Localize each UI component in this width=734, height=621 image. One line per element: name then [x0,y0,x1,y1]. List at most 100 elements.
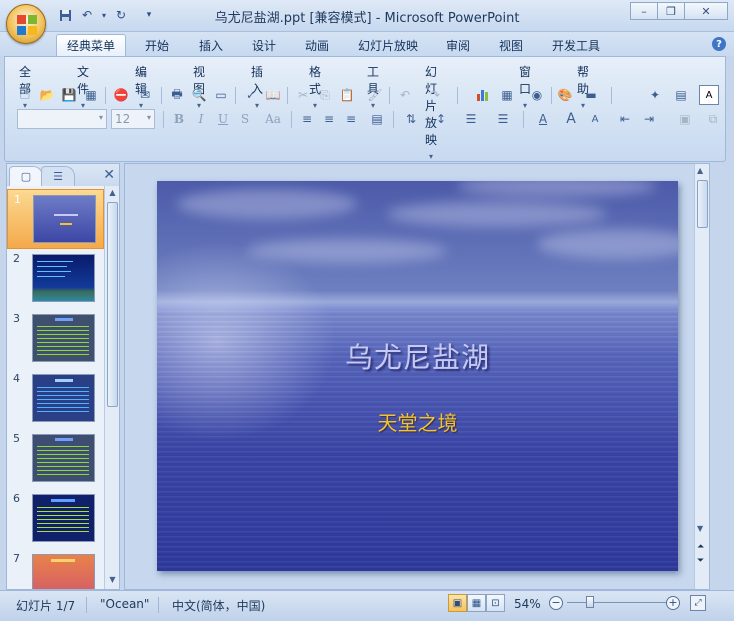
copy-icon[interactable]: ⎘ [315,85,335,105]
italic-button[interactable]: I [191,109,211,129]
tab-home[interactable]: 开始 [136,34,178,56]
slide-sorter-button[interactable]: ▦ [467,594,486,612]
cut-icon[interactable]: ✂ [293,85,313,105]
justify-icon[interactable]: ▤ [367,109,387,129]
redo-icon[interactable]: ↷ [425,85,445,105]
chart-icon[interactable] [473,85,493,105]
save-icon[interactable] [56,6,74,24]
line-spacing-icon[interactable]: ↕ [431,109,451,129]
zoom-out-icon[interactable]: − [549,596,563,610]
tab-view[interactable]: 视图 [490,34,532,56]
research-icon[interactable]: 📖 [263,85,283,105]
slideshow-button[interactable]: ⊡ [486,594,505,612]
text-box-icon[interactable]: A [699,85,719,105]
scroll-up-icon[interactable]: ▲ [107,188,118,200]
grow-font-icon[interactable]: A [561,109,581,129]
customize-qat-icon[interactable]: ▾ [140,6,158,24]
office-button[interactable] [6,4,46,44]
tab-slides[interactable]: ▢ [9,166,43,186]
table-icon[interactable]: ▦ [497,85,517,105]
publish-icon[interactable]: ▦ [81,85,101,105]
slide-thumb-3[interactable]: 3 [7,309,104,369]
tab-slideshow[interactable]: 幻灯片放映 [350,34,426,56]
tab-design[interactable]: 设计 [243,34,285,56]
slide-thumb-4[interactable]: 4 [7,369,104,429]
font-name-combo[interactable]: ▾ [17,109,107,129]
text-direction-icon[interactable]: ⇅ [401,109,421,129]
email-icon[interactable]: ✉ [135,85,155,105]
arrange-icon[interactable]: ▣ [675,109,695,129]
zoom-level[interactable]: 54% [514,597,541,611]
slide-scrollbar[interactable]: ▲ ▼ ⏶ ⏷ [694,164,709,589]
slide-thumb-7[interactable]: 7 [7,549,104,589]
minimize-button[interactable]: – [630,2,658,20]
color-icon[interactable]: 🎨 [555,85,575,105]
scroll-down-icon[interactable]: ▼ [107,575,118,587]
undo-dropdown-icon[interactable]: ▾ [100,6,108,24]
font-size-combo[interactable]: 12 ▾ [111,109,155,129]
group-icon[interactable]: ⧉ [703,109,723,129]
previous-slide-icon[interactable]: ⏶ [697,542,704,552]
fit-to-window-icon[interactable]: ⤢ [690,595,706,611]
help-icon[interactable]: ? [712,37,726,51]
decrease-indent-icon[interactable]: ⇤ [615,109,635,129]
align-center-icon[interactable]: ≡ [319,109,339,129]
format-painter-icon[interactable]: 🖌 [365,85,385,105]
underline-button[interactable]: U [213,109,233,129]
restore-button[interactable]: ❐ [657,2,685,20]
spelling-icon[interactable]: ✓ [241,85,261,105]
new-slide-icon[interactable]: ✦ [645,85,665,105]
picture-icon[interactable]: ◉ [527,85,547,105]
increase-indent-icon[interactable]: ⇥ [639,109,659,129]
slide-design-icon[interactable]: ▤ [671,85,691,105]
permission-icon[interactable]: ⛔ [111,85,131,105]
bullets-icon[interactable]: ☰ [493,109,513,129]
scroll-up-icon[interactable]: ▲ [697,166,703,175]
shrink-font-icon[interactable]: A [585,109,605,129]
font-color-icon[interactable]: A [533,109,553,129]
thumbnails-scrollbar[interactable]: ▲ ▼ [104,186,119,589]
zoom-slider-track[interactable] [567,602,667,603]
tab-insert[interactable]: 插入 [190,34,232,56]
change-case-button[interactable]: Aa [261,109,285,129]
scrollbar-thumb[interactable] [107,202,118,407]
line-style-icon[interactable]: ▬ [581,85,601,105]
slide-layout-icon[interactable]: ▭ [211,85,231,105]
new-icon[interactable]: 🗋 [15,85,35,105]
align-left-icon[interactable]: ≡ [297,109,317,129]
slide-thumb-5[interactable]: 5 [7,429,104,489]
print-icon[interactable]: 🖶 [167,85,187,105]
scrollbar-thumb[interactable] [697,180,708,228]
tab-developer[interactable]: 开发工具 [545,34,607,56]
zoom-in-icon[interactable]: + [666,596,680,610]
undo-icon[interactable]: ↶ [78,6,96,24]
current-slide[interactable]: 乌尤尼盐湖 天堂之境 [157,181,678,571]
tab-review[interactable]: 审阅 [437,34,479,56]
slide-thumb-1[interactable]: 1 [7,189,104,249]
status-bar: 幻灯片 1/7 "Ocean" 中文(简体，中国) ▣ ▦ ⊡ 54% − + … [0,590,734,621]
open-icon[interactable]: 📂 [37,85,57,105]
align-right-icon[interactable]: ≡ [341,109,361,129]
normal-view-button[interactable]: ▣ [448,594,467,612]
close-pane-icon[interactable]: ✕ [103,167,115,183]
bold-button[interactable]: B [169,109,189,129]
tab-outline[interactable]: ☰ [41,166,75,186]
paste-icon[interactable]: 📋 [337,85,357,105]
zoom-slider-knob[interactable] [586,596,594,608]
language-indicator[interactable]: 中文(简体，中国) [172,597,265,614]
next-slide-icon[interactable]: ⏷ [697,556,704,566]
slide-subtitle[interactable]: 天堂之境 [157,407,678,436]
print-preview-icon[interactable]: 🔍 [189,85,209,105]
slide-thumb-2[interactable]: 2 [7,249,104,309]
close-button[interactable]: ✕ [684,2,728,20]
slide-title[interactable]: 乌尤尼盐湖 [157,336,678,376]
scroll-down-icon[interactable]: ▼ [697,524,703,533]
tab-animation[interactable]: 动画 [296,34,338,56]
redo-icon[interactable]: ↻ [112,6,130,24]
slide-thumb-6[interactable]: 6 [7,489,104,549]
tab-classic-menu[interactable]: 经典菜单 [56,34,126,56]
undo-icon[interactable]: ↶ [395,85,415,105]
numbering-icon[interactable]: ☰ [461,109,481,129]
shadow-button[interactable]: S [235,109,255,129]
save-icon[interactable]: 💾 [59,85,79,105]
